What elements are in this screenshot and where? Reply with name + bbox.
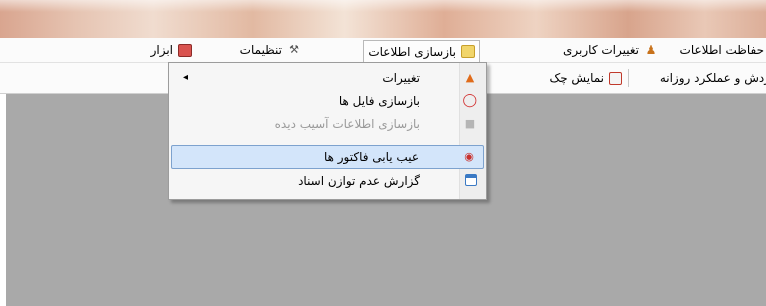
dropdown-item-invoice-troubleshoot[interactable]: ◉ عیب یابی فاکتور ها: [171, 145, 484, 169]
dropdown-item-label: بازسازی اطلاعات آسیب دیده: [274, 117, 420, 131]
menu-label: تنظیمات: [239, 43, 282, 57]
cone-icon: ▲: [465, 71, 475, 84]
submenu-arrow-icon: ◂: [183, 72, 189, 83]
dropdown-item-label: عیب یابی فاکتور ها: [323, 150, 419, 164]
toolbar-daily-turnover[interactable]: ردش و عملکرد روزانه: [660, 69, 766, 87]
toolbox-icon: [178, 43, 192, 57]
window-title-bar[interactable]: [0, 0, 766, 38]
dropdown-item-changes[interactable]: ▲ تغییرات ◂: [171, 67, 484, 89]
menu-tools[interactable]: ابزار: [147, 41, 196, 59]
shield-icon: ■: [464, 117, 476, 130]
main-menu-bar: حفاظت اطلاعات ♟ تغییرات کاربری بازسازی ا…: [0, 38, 766, 63]
window-icon: [465, 174, 477, 186]
bug-icon: ◉: [464, 150, 474, 163]
title-bar-sheen: [0, 0, 766, 12]
data-rebuild-dropdown: ▲ تغییرات ◂ ◯ بازسازی فایل ها ■ بازسازی …: [168, 62, 487, 200]
users-icon: ♟: [645, 43, 657, 57]
menu-label: بازسازی اطلاعات: [368, 44, 456, 59]
menu-settings[interactable]: ⚒ تنظیمات: [236, 41, 305, 59]
menu-label: تغییرات کاربری: [563, 43, 639, 57]
toolbar-separator: [628, 69, 629, 87]
menu-label: حفاظت اطلاعات: [679, 43, 764, 57]
dropdown-item-rebuild-files[interactable]: ◯ بازسازی فایل ها: [171, 90, 484, 112]
menu-label: ابزار: [150, 43, 173, 57]
dropdown-item-label: گزارش عدم توازن اسناد: [298, 174, 420, 188]
folder-tools-icon: [461, 45, 475, 58]
toolbar-show-check[interactable]: نمایش چک: [549, 69, 622, 87]
calendar-icon: [609, 71, 622, 85]
dropdown-item-rebuild-damaged: ■ بازسازی اطلاعات آسیب دیده: [171, 113, 484, 135]
lifebuoy-icon: ◯: [462, 93, 477, 108]
menu-data-protection[interactable]: حفاظت اطلاعات: [676, 41, 766, 59]
toolbar-label: نمایش چک: [549, 71, 604, 85]
menu-data-rebuild[interactable]: بازسازی اطلاعات: [363, 40, 480, 62]
menu-user-changes[interactable]: ♟ تغییرات کاربری: [559, 41, 662, 59]
tools-icon: ⚒: [289, 43, 299, 56]
toolbar-label: ردش و عملکرد روزانه: [659, 71, 766, 85]
dropdown-item-label: تغییرات: [382, 71, 420, 85]
dropdown-item-label: بازسازی فایل ها: [338, 94, 420, 108]
dropdown-item-imbalance-report[interactable]: گزارش عدم توازن اسناد: [171, 170, 484, 192]
